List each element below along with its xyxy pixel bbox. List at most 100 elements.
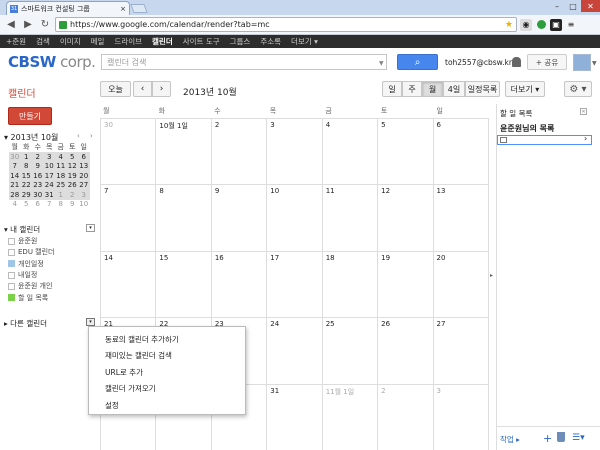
calendar-item[interactable]: 윤준원 개인 xyxy=(8,281,54,291)
day-cell[interactable]: 27 xyxy=(433,318,489,385)
tab-close-icon[interactable]: × xyxy=(120,5,126,13)
gbar-profile[interactable]: +준원 xyxy=(6,36,26,47)
other-calendars-menu-chevron-icon[interactable]: ▾ xyxy=(86,318,95,326)
view-agenda-button[interactable]: 일정목록 xyxy=(465,81,500,97)
mini-day[interactable]: 28 xyxy=(9,190,21,200)
share-button[interactable]: + 공유 xyxy=(527,54,567,70)
day-cell[interactable]: 20 xyxy=(433,251,489,319)
day-cell[interactable]: 26 xyxy=(378,318,434,385)
extension-box-icon[interactable]: ▣ xyxy=(550,18,562,31)
account-chevron-icon[interactable]: ▼ xyxy=(592,60,597,67)
day-cell[interactable]: 11월 1일 xyxy=(322,384,379,450)
menu-item-import-calendar[interactable]: 캘린더 가져오기 xyxy=(89,381,245,398)
collapse-panel-arrow-icon[interactable]: ▸ xyxy=(490,272,493,279)
day-cell[interactable]: 18 xyxy=(322,251,379,319)
bookmark-star-icon[interactable]: ★ xyxy=(505,20,513,30)
gbar-contacts[interactable]: 주소록 xyxy=(260,36,281,47)
url-text[interactable]: https://www.google.com/calendar/render?t… xyxy=(70,20,502,29)
mini-day[interactable]: 22 xyxy=(20,180,32,190)
other-calendars-header[interactable]: ▸ 다른 캘린더 xyxy=(4,318,47,329)
mini-day[interactable]: 19 xyxy=(66,171,78,181)
view-4days-button[interactable]: 4일 xyxy=(443,81,465,97)
menu-item-settings[interactable]: 설정 xyxy=(89,397,245,414)
switch-list-icon[interactable]: ☰▾ xyxy=(572,433,585,443)
mini-day[interactable]: 25 xyxy=(55,180,67,190)
day-cell[interactable]: 4 xyxy=(322,119,379,186)
extension-green-icon[interactable] xyxy=(535,19,547,31)
menu-item-browse-interesting-calendars[interactable]: 재미있는 캘린더 검색 xyxy=(89,348,245,365)
mini-day[interactable]: 30 xyxy=(32,190,44,200)
more-button[interactable]: 더보기 ▾ xyxy=(505,81,545,97)
my-calendars-header[interactable]: ▾ 내 캘린더 xyxy=(4,224,40,235)
gbar-sites[interactable]: 사이트 도구 xyxy=(183,36,220,47)
day-cell[interactable]: 2 xyxy=(211,119,268,186)
reload-icon[interactable]: ↻ xyxy=(38,18,52,32)
mini-day[interactable]: 21 xyxy=(9,180,21,190)
day-cell[interactable]: 6 xyxy=(433,119,489,186)
mini-day[interactable]: 9 xyxy=(67,200,79,210)
mini-day[interactable]: 30 xyxy=(9,152,21,162)
company-logo[interactable]: CBSW corp. xyxy=(8,53,96,71)
back-arrow-icon[interactable]: ◀ xyxy=(4,18,18,32)
mini-calendar-nav[interactable]: ‹ › xyxy=(77,132,97,140)
day-cell[interactable]: 7 xyxy=(101,185,157,252)
gbar-images[interactable]: 이미지 xyxy=(60,36,81,47)
calendar-item[interactable]: 할 일 목록 xyxy=(8,292,54,302)
day-cell[interactable]: 11 xyxy=(322,185,379,252)
mini-day[interactable]: 1 xyxy=(55,190,67,200)
today-button[interactable]: 오늘 xyxy=(100,81,131,97)
mini-day[interactable]: 7 xyxy=(44,200,56,210)
settings-gear-icon[interactable]: ⚙ ▾ xyxy=(564,81,592,97)
task-details-arrow-icon[interactable]: › xyxy=(584,134,587,143)
day-cell[interactable]: 5 xyxy=(378,119,434,186)
create-event-button[interactable]: 만들기 xyxy=(8,107,52,125)
day-cell[interactable]: 10 xyxy=(267,185,323,252)
mini-day[interactable]: 3 xyxy=(43,152,55,162)
add-task-plus-icon[interactable]: + xyxy=(543,432,552,445)
mini-day[interactable]: 5 xyxy=(66,152,78,162)
mini-day[interactable]: 4 xyxy=(9,200,21,210)
search-button[interactable]: ⌕ xyxy=(397,54,438,70)
mini-day[interactable]: 15 xyxy=(20,171,32,181)
task-checkbox[interactable] xyxy=(500,137,507,143)
mini-day[interactable]: 8 xyxy=(55,200,67,210)
day-cell[interactable]: 9 xyxy=(211,185,268,252)
mini-day[interactable]: 5 xyxy=(21,200,33,210)
calendar-item[interactable]: EDU 캘린더 xyxy=(8,247,54,257)
mini-day[interactable]: 6 xyxy=(78,152,90,162)
day-cell[interactable]: 24 xyxy=(267,318,323,385)
mini-day[interactable]: 10 xyxy=(78,200,90,210)
gbar-mail[interactable]: 메일 xyxy=(91,36,105,47)
mini-day[interactable]: 11 xyxy=(55,161,67,171)
mini-day[interactable]: 3 xyxy=(78,190,90,200)
day-cell[interactable]: 3 xyxy=(267,119,323,186)
address-bar[interactable]: https://www.google.com/calendar/render?t… xyxy=(55,17,517,32)
mini-day[interactable]: 29 xyxy=(20,190,32,200)
avatar[interactable] xyxy=(573,54,591,71)
mini-day[interactable]: 7 xyxy=(9,161,21,171)
user-email[interactable]: toh2557@cbsw.kr xyxy=(445,58,512,67)
day-cell[interactable]: 30 xyxy=(101,119,157,186)
delete-trash-icon[interactable] xyxy=(557,432,565,442)
calendar-item[interactable]: 내일정 xyxy=(8,270,54,280)
mini-day[interactable]: 18 xyxy=(55,171,67,181)
day-cell[interactable]: 19 xyxy=(378,251,434,319)
day-cell[interactable]: 31 xyxy=(267,384,323,450)
menu-item-add-by-url[interactable]: URL로 추가 xyxy=(89,364,245,381)
day-cell[interactable]: 15 xyxy=(156,251,212,319)
tasks-actions-menu[interactable]: 작업 ▸ xyxy=(500,434,520,445)
day-cell[interactable]: 12 xyxy=(378,185,434,252)
calendar-item[interactable]: 개인일정 xyxy=(8,259,54,269)
mini-day[interactable]: 20 xyxy=(78,171,90,181)
notification-bell-icon[interactable] xyxy=(512,57,521,67)
browser-tab[interactable]: 31 스마트워크 컨설팅 그룹 × xyxy=(6,1,130,15)
maximize-button[interactable]: □ xyxy=(565,0,581,12)
mini-day[interactable]: 2 xyxy=(32,152,44,162)
mini-day[interactable]: 6 xyxy=(32,200,44,210)
mini-day[interactable]: 31 xyxy=(43,190,55,200)
gbar-groups[interactable]: 그룹스 xyxy=(230,36,251,47)
minimize-button[interactable]: – xyxy=(549,0,565,12)
mini-day[interactable]: 24 xyxy=(43,180,55,190)
menu-icon[interactable]: ≡ xyxy=(565,19,577,31)
day-cell[interactable]: 25 xyxy=(322,318,379,385)
